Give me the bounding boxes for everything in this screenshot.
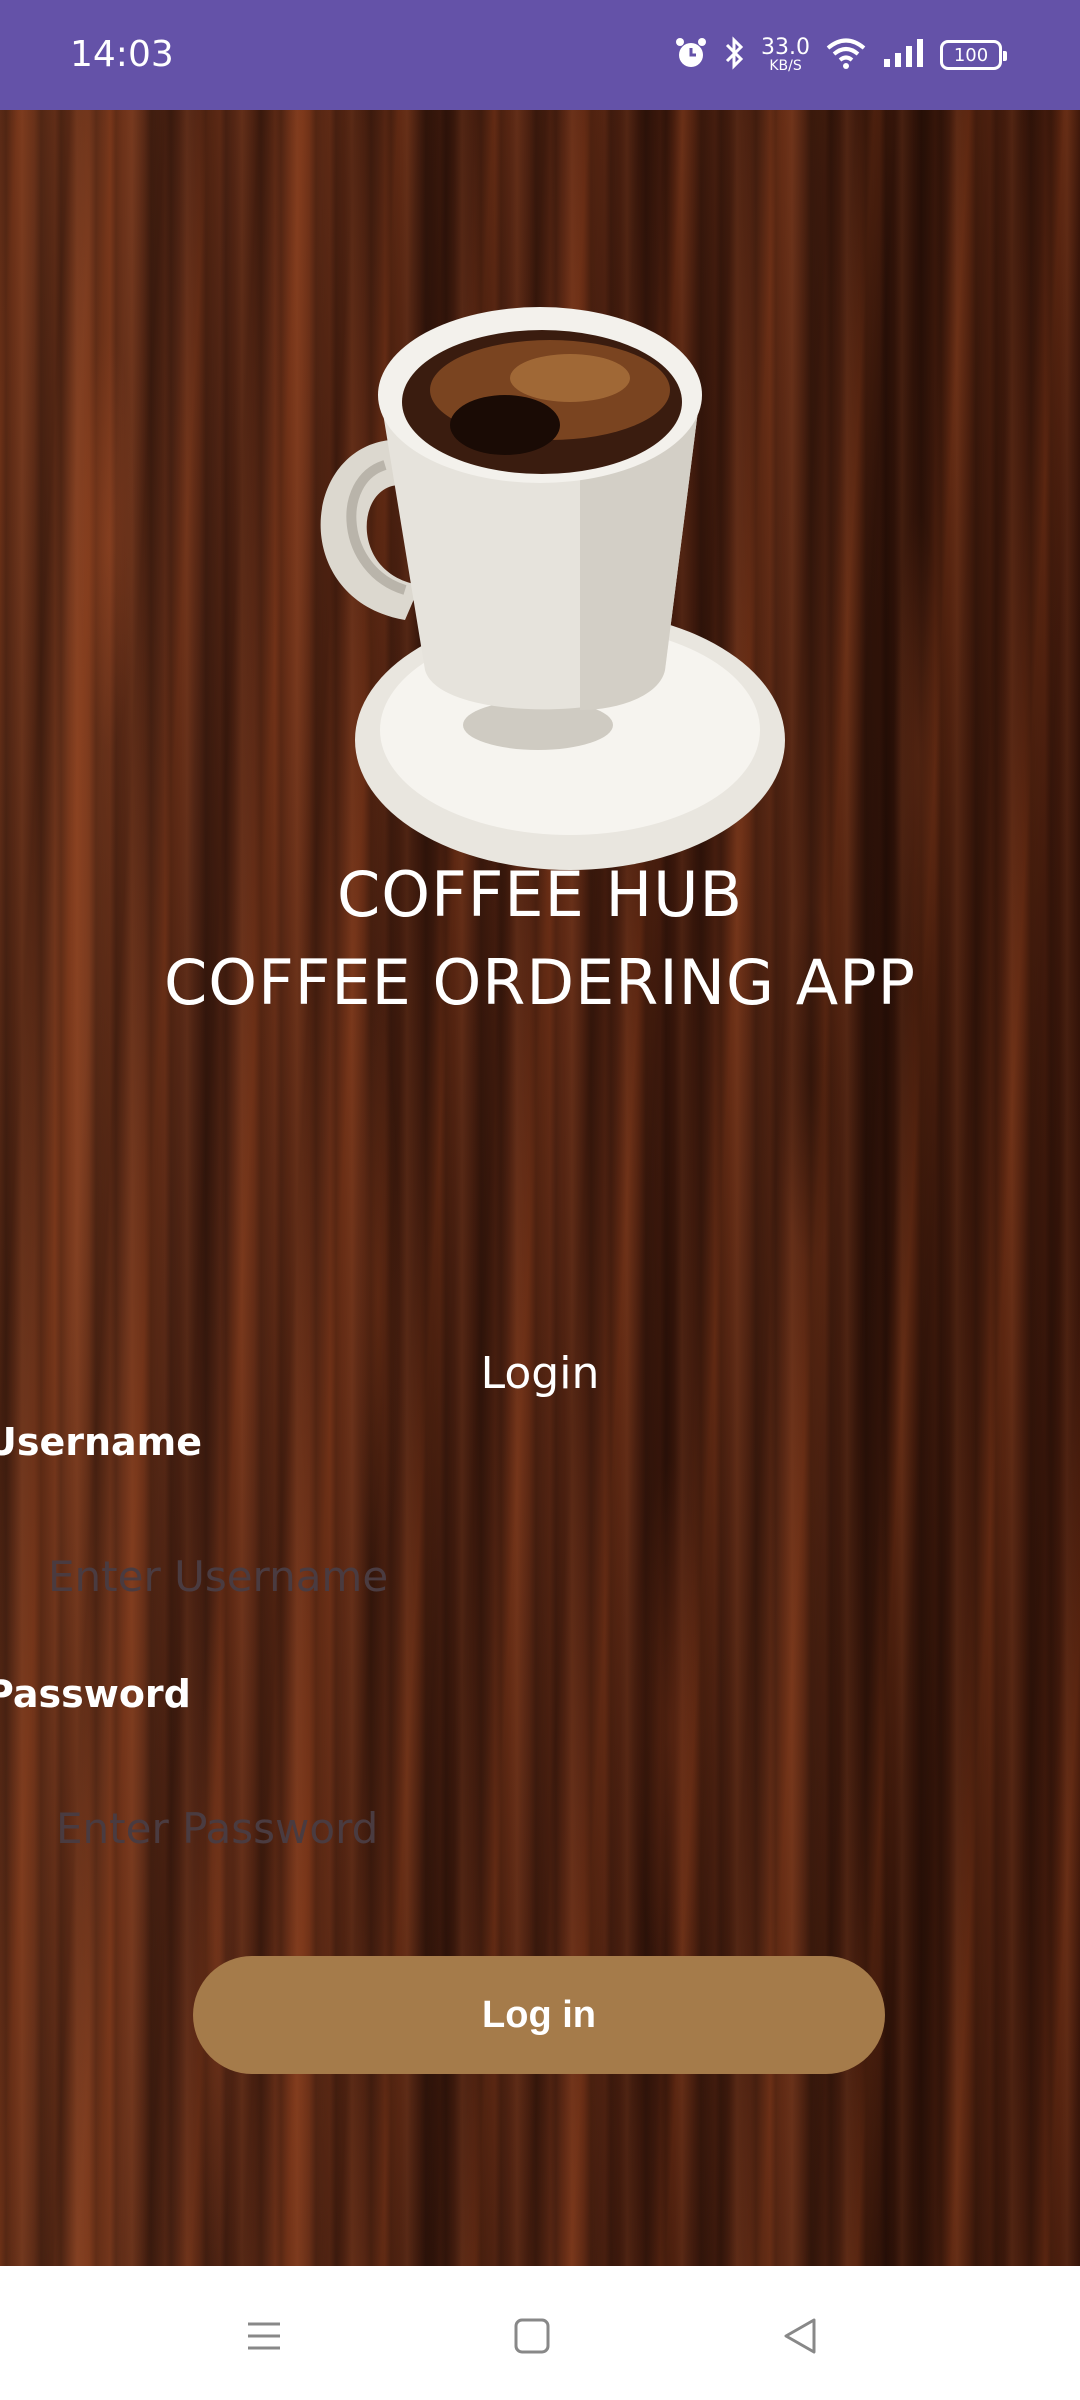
- navigation-bar: [0, 2266, 1080, 2400]
- app-subtitle: COFFEE ORDERING APP: [164, 946, 916, 1019]
- home-icon[interactable]: [502, 2306, 562, 2366]
- battery-icon: 100: [940, 40, 1007, 70]
- signal-icon: [882, 37, 926, 74]
- username-label: Username: [0, 1420, 203, 1464]
- password-input[interactable]: [54, 1792, 658, 1864]
- net-speed-unit: KB/S: [769, 58, 802, 74]
- alarm-icon: [673, 35, 709, 76]
- coffee-cup-icon: [280, 300, 800, 880]
- username-input[interactable]: [46, 1540, 650, 1612]
- password-label: Password: [0, 1672, 191, 1716]
- wifi-icon: [824, 35, 868, 76]
- net-speed-value: 33.0: [761, 35, 810, 60]
- menu-icon[interactable]: [234, 2306, 294, 2366]
- net-speed: 33.0 KB/S: [761, 35, 810, 74]
- login-button[interactable]: Log in: [193, 1956, 885, 2074]
- bluetooth-icon: [723, 35, 747, 76]
- login-heading: Login: [480, 1348, 600, 1399]
- app-title: COFFEE HUB: [336, 858, 743, 931]
- status-bar: 14:03 33.0 KB/S 100: [0, 0, 1080, 110]
- status-time: 14:03: [70, 34, 174, 75]
- status-icons: 33.0 KB/S 100: [673, 30, 1007, 80]
- back-icon[interactable]: [770, 2306, 830, 2366]
